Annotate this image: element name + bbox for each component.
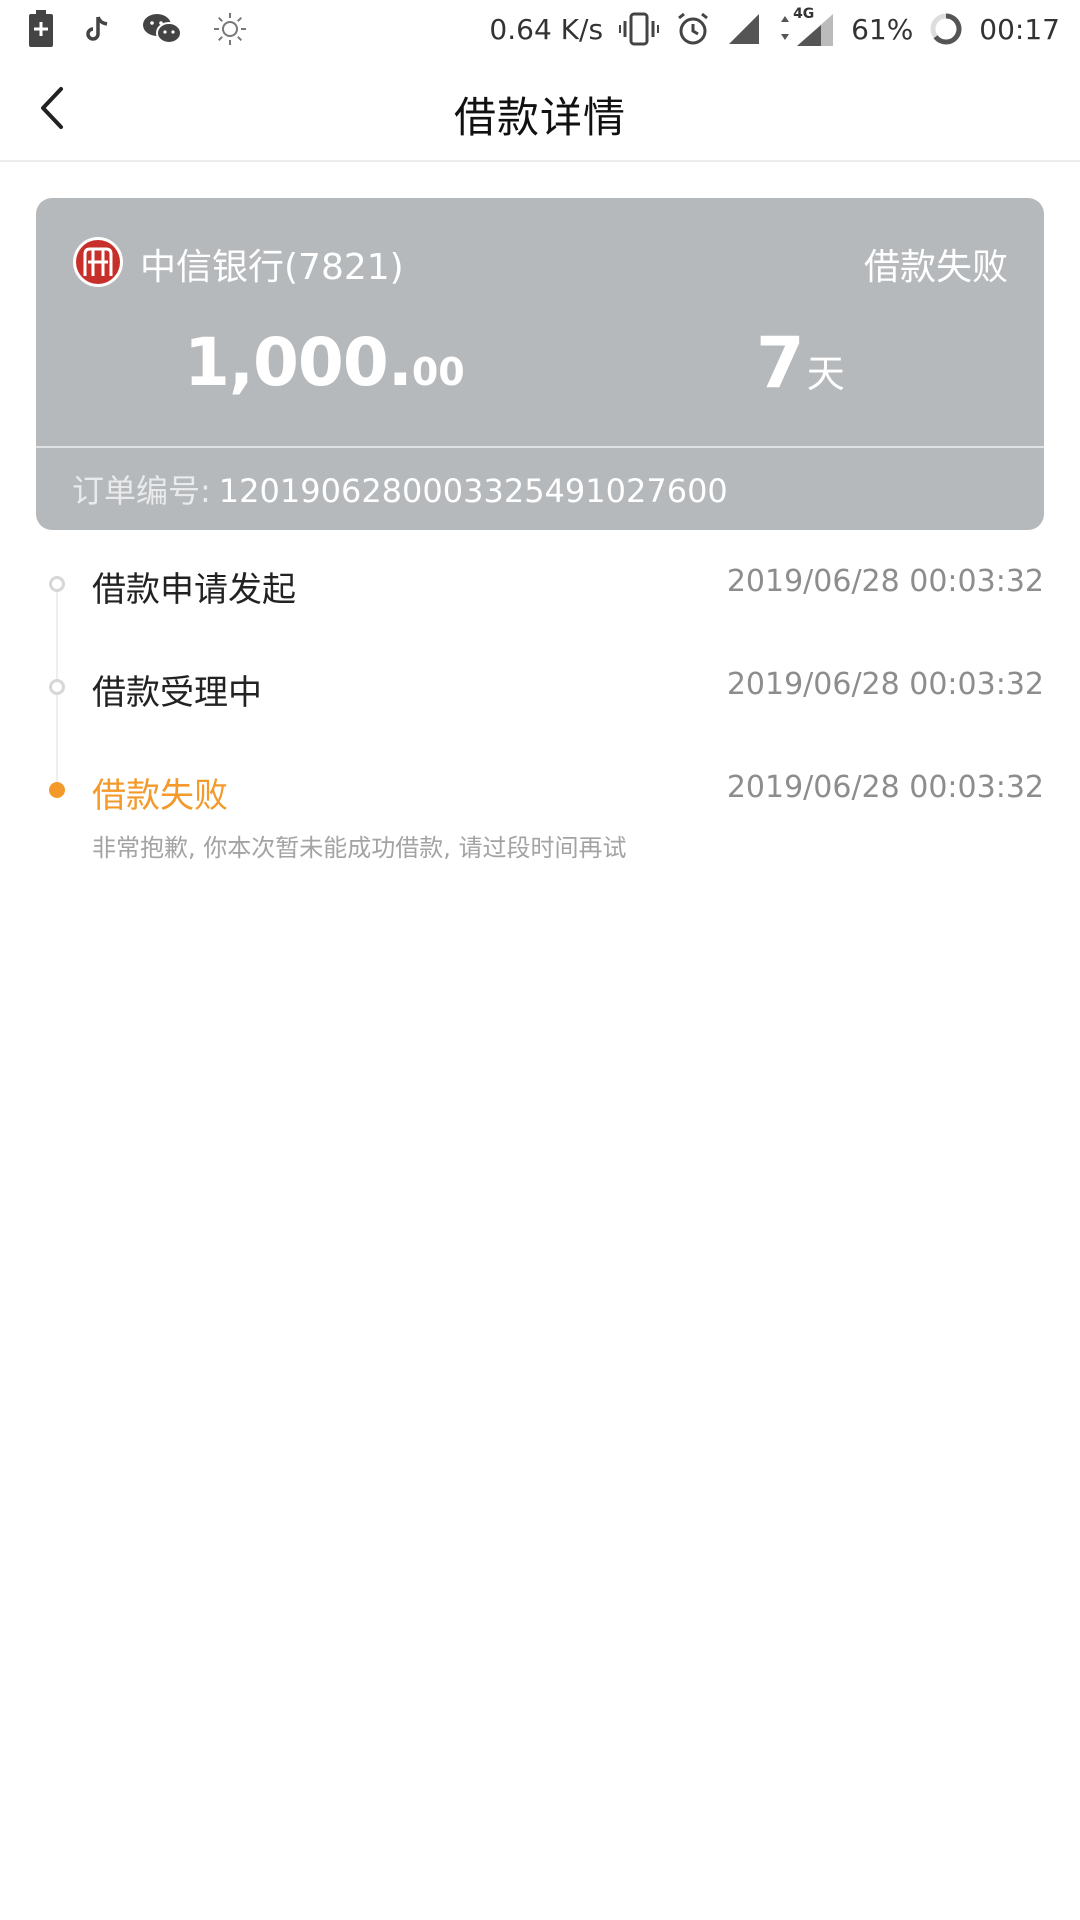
loan-detail-screen: 0.64 K/s 4G 61% 00:17 借款详情 中信银行(7821) 借款…	[0, 0, 1080, 1920]
tiktok-icon	[84, 14, 112, 44]
loan-status-label: 借款失败	[863, 247, 1008, 288]
brightness-icon	[212, 11, 248, 47]
status-bar: 0.64 K/s 4G 61% 00:17	[0, 0, 1080, 58]
wechat-icon	[142, 12, 182, 46]
order-number-value: 1201906280003325491027600	[218, 472, 728, 510]
timeline-step-title: 借款失败	[92, 776, 228, 816]
status-bar-left	[28, 8, 248, 50]
network-speed: 0.64 K/s	[489, 12, 604, 46]
battery-ring-icon	[929, 12, 963, 46]
status-bar-right: 0.64 K/s 4G 61% 00:17	[489, 6, 1060, 50]
page-title: 借款详情	[453, 93, 626, 142]
timeline-dot-icon	[49, 679, 65, 695]
battery-saver-icon	[28, 10, 54, 48]
loan-term: 7天	[756, 322, 845, 404]
signal-icon	[727, 12, 761, 46]
loan-progress-timeline: 借款申请发起 2019/06/28 00:03:32 借款受理中 2019/06…	[0, 530, 1080, 870]
timeline-dot-icon	[49, 576, 65, 592]
alarm-icon	[675, 11, 711, 47]
clock: 00:17	[979, 12, 1060, 46]
loan-amount-decimal: 00	[411, 350, 465, 394]
timeline-step-time: 2019/06/28 00:03:32	[726, 770, 1044, 805]
vibrate-icon	[619, 12, 660, 46]
loan-term-unit: 天	[806, 352, 845, 396]
network-type-label: 4G	[793, 6, 815, 22]
bank-name: 中信银行(7821)	[140, 247, 404, 288]
loan-summary-card: 中信银行(7821) 借款失败 1,000.00 7天 订单编号: 1201906…	[36, 198, 1044, 530]
order-number-label: 订单编号:	[72, 472, 211, 510]
timeline-step-note: 非常抱歉, 你本次暂未能成功借款, 请过段时间再试	[92, 834, 627, 862]
mobile-data-icon: 4G	[777, 6, 835, 48]
loan-amount: 1,000.00	[184, 324, 465, 401]
nav-bar: 借款详情	[0, 58, 1080, 162]
timeline-step-title: 借款申请发起	[92, 570, 296, 610]
timeline-dot-active-icon	[49, 782, 65, 798]
bank-logo-icon	[72, 236, 124, 288]
card-divider	[36, 446, 1044, 448]
timeline-step-time: 2019/06/28 00:03:32	[726, 667, 1044, 702]
loan-amount-integer: 1,000.	[184, 324, 413, 401]
battery-percent: 61%	[851, 12, 914, 46]
timeline-step-title: 借款受理中	[92, 673, 262, 713]
loan-term-value: 7	[756, 322, 805, 404]
order-number-row: 订单编号: 1201906280003325491027600	[72, 466, 728, 512]
timeline-step-time: 2019/06/28 00:03:32	[726, 564, 1044, 599]
